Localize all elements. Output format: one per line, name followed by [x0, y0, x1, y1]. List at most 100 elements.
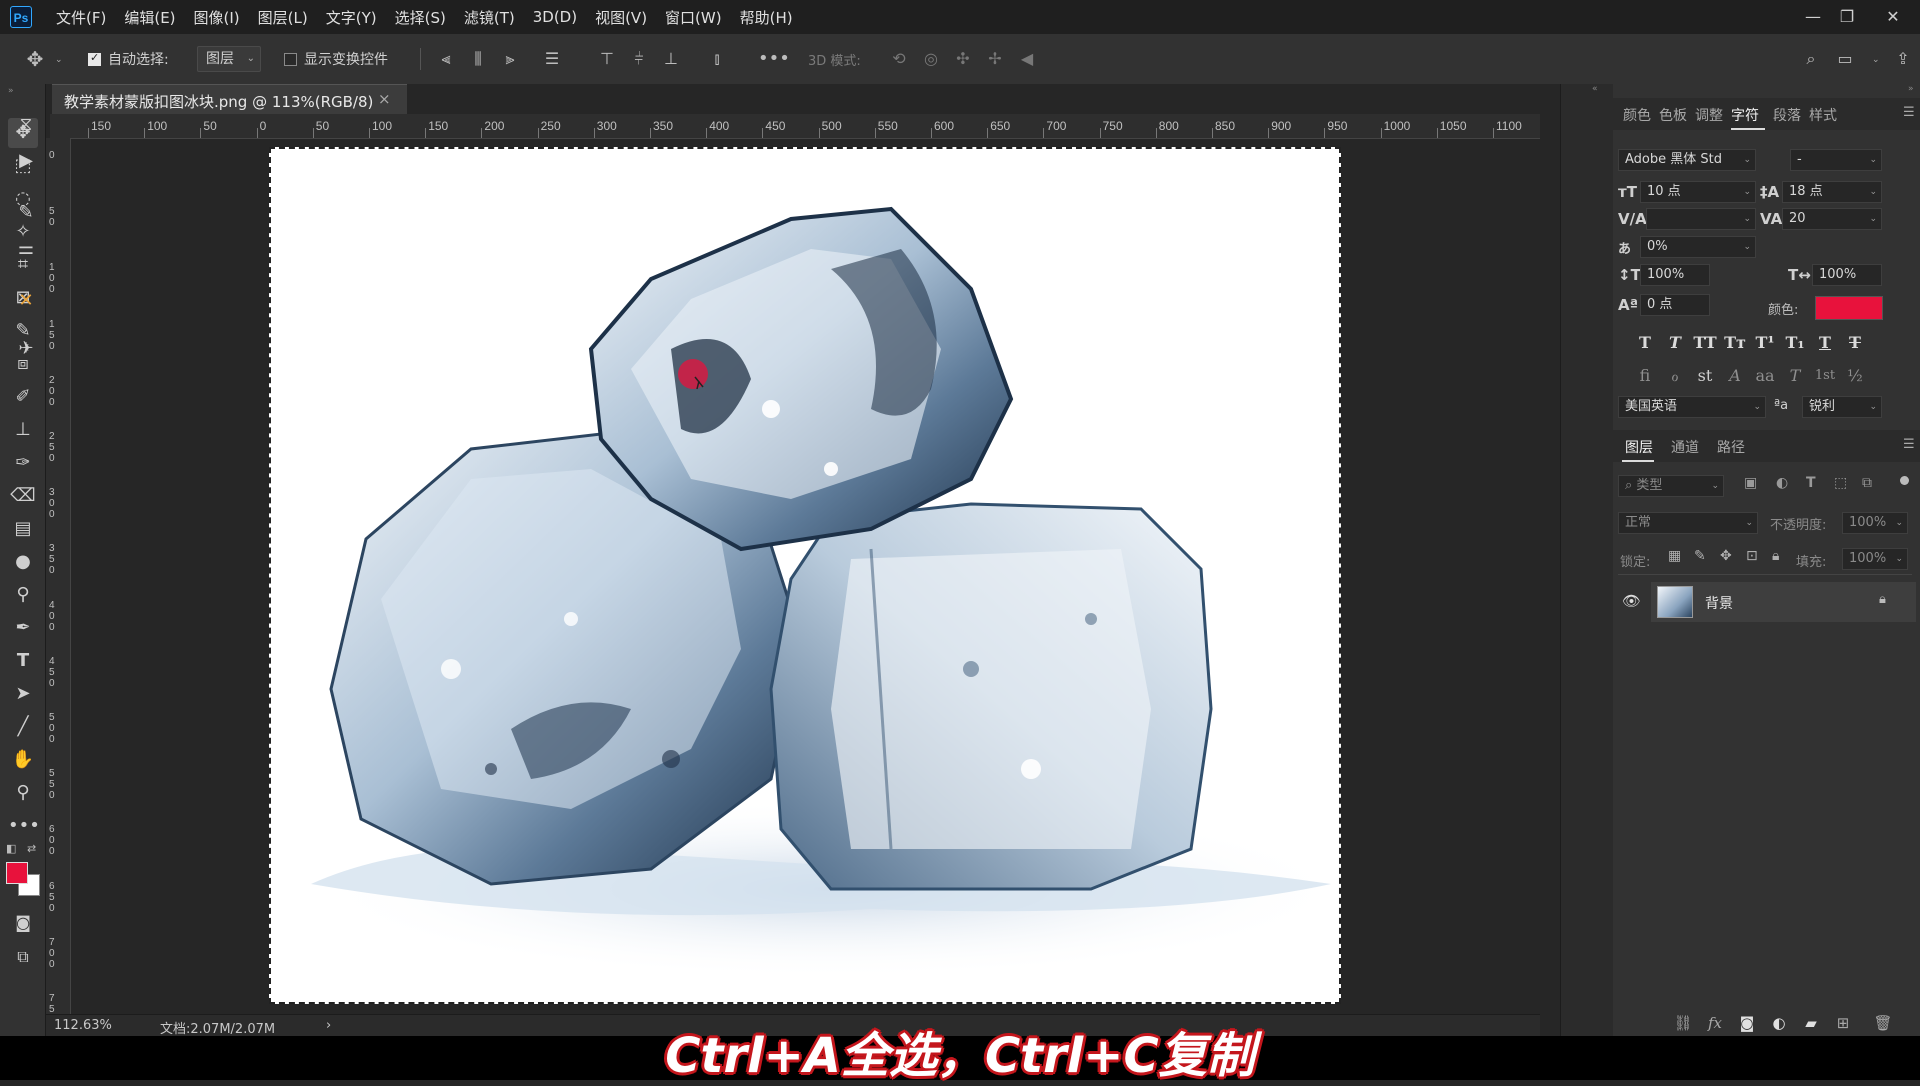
menu-3d[interactable]: 3D(D): [533, 8, 577, 26]
history-panel-icon[interactable]: ⧖: [13, 112, 39, 138]
swap-colors-icon[interactable]: ⇄: [27, 842, 36, 855]
quick-mask-icon[interactable]: ◙: [8, 908, 38, 938]
minimize-icon[interactable]: —: [1800, 4, 1826, 30]
brush-tool-icon[interactable]: ✐: [8, 382, 38, 412]
menu-help[interactable]: 帮助(H): [740, 7, 793, 28]
stylistic-alternates-button[interactable]: aa: [1752, 364, 1778, 388]
layers-panel-menu-icon[interactable]: ☰: [1903, 437, 1915, 452]
fill-field[interactable]: 100% ⌄: [1842, 548, 1908, 570]
zoom-tool-icon[interactable]: ⚲: [8, 778, 38, 808]
menu-view[interactable]: 视图(V): [595, 7, 647, 28]
tracking-field[interactable]: 20 ⌄: [1782, 208, 1882, 230]
font-style-dropdown[interactable]: - ⌄: [1790, 149, 1882, 171]
horizontal-scale-field[interactable]: 100%: [1812, 264, 1882, 286]
tab-swatches[interactable]: 色板: [1659, 105, 1687, 125]
antialias-dropdown[interactable]: 锐利 ⌄: [1802, 396, 1882, 418]
dodge-tool-icon[interactable]: ⚲: [8, 580, 38, 610]
collapse-strip-icon[interactable]: «: [1592, 84, 1598, 94]
filter-shape-icon[interactable]: ⬚: [1834, 475, 1847, 491]
superscript-button[interactable]: T¹: [1752, 331, 1778, 355]
layer-name[interactable]: 背景: [1705, 593, 1733, 613]
blur-tool-icon[interactable]: ●: [8, 547, 38, 577]
kerning-field[interactable]: ⌄: [1646, 208, 1756, 230]
fractions-button[interactable]: ½: [1842, 364, 1868, 388]
tab-layers[interactable]: 图层: [1625, 437, 1653, 457]
menu-type[interactable]: 文字(Y): [326, 7, 377, 28]
document-canvas[interactable]: [269, 147, 1341, 1004]
default-colors-icon[interactable]: ◧: [6, 842, 16, 855]
align-right-icon[interactable]: ⫸: [499, 48, 521, 70]
vertical-ruler[interactable]: 0 50 100 150 200 250 300 350 400 450 500 550 600 650 7…: [46, 138, 71, 1014]
lock-transparency-icon[interactable]: ▦: [1668, 548, 1681, 564]
align-center-h-icon[interactable]: ⫼: [467, 48, 489, 70]
filter-pixel-icon[interactable]: ▣: [1744, 475, 1757, 491]
collapse-panels-icon[interactable]: »: [1908, 84, 1914, 94]
tab-character[interactable]: 字符: [1731, 105, 1759, 125]
lock-artboard-icon[interactable]: ⊡: [1746, 548, 1758, 564]
type-tool-icon[interactable]: T: [8, 646, 38, 676]
filter-toggle-icon[interactable]: [1900, 476, 1909, 485]
3d-rotate-icon[interactable]: ⟲: [888, 48, 910, 70]
3d-pan-icon[interactable]: ✣: [952, 48, 974, 70]
tool-presets-icon[interactable]: ✕: [13, 288, 39, 314]
preset-chevron-icon[interactable]: ⌄: [55, 55, 63, 65]
3d-slide-icon[interactable]: ✢: [984, 48, 1006, 70]
3d-roll-icon[interactable]: ◎: [920, 48, 942, 70]
workspace-icon[interactable]: ▭: [1834, 48, 1856, 70]
faux-italic-button[interactable]: T: [1662, 331, 1688, 355]
properties-panel-icon[interactable]: ⚌: [13, 236, 39, 262]
menu-window[interactable]: 窗口(W): [665, 7, 722, 28]
show-transform-checkbox[interactable]: [284, 53, 297, 66]
horizontal-ruler[interactable]: 150 100 50 0 50 100 150 200 250 300 350 400 450 500 55…: [50, 114, 1540, 139]
align-left-icon[interactable]: ⫷: [435, 48, 457, 70]
all-caps-button[interactable]: TT: [1692, 331, 1718, 355]
old-style-button[interactable]: ℴ: [1662, 364, 1688, 388]
screen-mode-icon[interactable]: ⧉: [8, 942, 38, 972]
auto-select-target-dropdown[interactable]: 图层 ⌄: [197, 46, 261, 72]
baseline-shift-field[interactable]: 0 点: [1640, 294, 1710, 316]
close-window-icon[interactable]: ✕: [1880, 4, 1906, 30]
swash-button[interactable]: A: [1722, 364, 1748, 388]
faux-bold-button[interactable]: T: [1632, 331, 1658, 355]
close-tab-icon[interactable]: ×: [378, 90, 391, 108]
tab-styles[interactable]: 样式: [1809, 105, 1837, 125]
leading-field[interactable]: 18 点 ⌄: [1782, 181, 1882, 203]
hand-tool-icon[interactable]: ✋: [8, 745, 38, 775]
layer-visibility-eye-icon[interactable]: 👁︎: [1622, 592, 1641, 610]
layer-lock-icon[interactable]: 🔒︎: [1879, 592, 1886, 607]
auto-select-checkbox[interactable]: [88, 51, 101, 66]
lock-pixels-icon[interactable]: ✎: [1694, 548, 1706, 564]
menu-layer[interactable]: 图层(L): [258, 7, 308, 28]
gradient-tool-icon[interactable]: ▤: [8, 514, 38, 544]
history-brush-tool-icon[interactable]: ✑: [8, 448, 38, 478]
line-tool-icon[interactable]: ╱: [8, 712, 38, 742]
align-middle-v-icon[interactable]: ⫩: [628, 48, 650, 70]
menu-filter[interactable]: 滤镜(T): [464, 7, 515, 28]
brush-settings-icon[interactable]: ✎: [13, 200, 39, 226]
filter-adjustment-icon[interactable]: ◐: [1776, 475, 1788, 491]
clone-source-icon[interactable]: ✈: [13, 336, 39, 362]
blend-mode-dropdown[interactable]: 正常 ⌄: [1618, 512, 1758, 534]
align-top-icon[interactable]: ⊤: [596, 48, 618, 70]
discretionary-ligatures-button[interactable]: st: [1692, 364, 1718, 388]
font-family-dropdown[interactable]: Adobe 黑体 Std ⌄: [1618, 149, 1756, 171]
layer-filter-dropdown[interactable]: ⌕ 类型 ⌄: [1618, 475, 1724, 497]
restore-icon[interactable]: ❐: [1834, 4, 1860, 30]
strikethrough-button[interactable]: T: [1842, 331, 1868, 355]
vertical-scale-field[interactable]: 100%: [1640, 264, 1710, 286]
search-icon[interactable]: ⌕: [1800, 48, 1822, 70]
menu-file[interactable]: 文件(F): [56, 7, 106, 28]
text-color-swatch[interactable]: [1815, 296, 1883, 320]
layer-row[interactable]: 背景 🔒︎: [1651, 582, 1916, 622]
eraser-tool-icon[interactable]: ⌫: [8, 481, 38, 511]
collapse-toolbar-icon[interactable]: »: [8, 86, 14, 96]
tab-adjustments[interactable]: 调整: [1695, 105, 1723, 125]
path-selection-tool-icon[interactable]: ➤: [8, 679, 38, 709]
distribute-vertical-icon[interactable]: ⫾: [706, 48, 728, 70]
menu-select[interactable]: 选择(S): [395, 7, 446, 28]
tab-paragraph[interactable]: 段落: [1773, 105, 1801, 125]
canvas-area[interactable]: [71, 139, 1540, 1014]
foreground-color-swatch[interactable]: [6, 862, 28, 884]
more-options-icon[interactable]: •••: [758, 48, 790, 70]
ordinals-button[interactable]: 1st: [1812, 364, 1838, 388]
